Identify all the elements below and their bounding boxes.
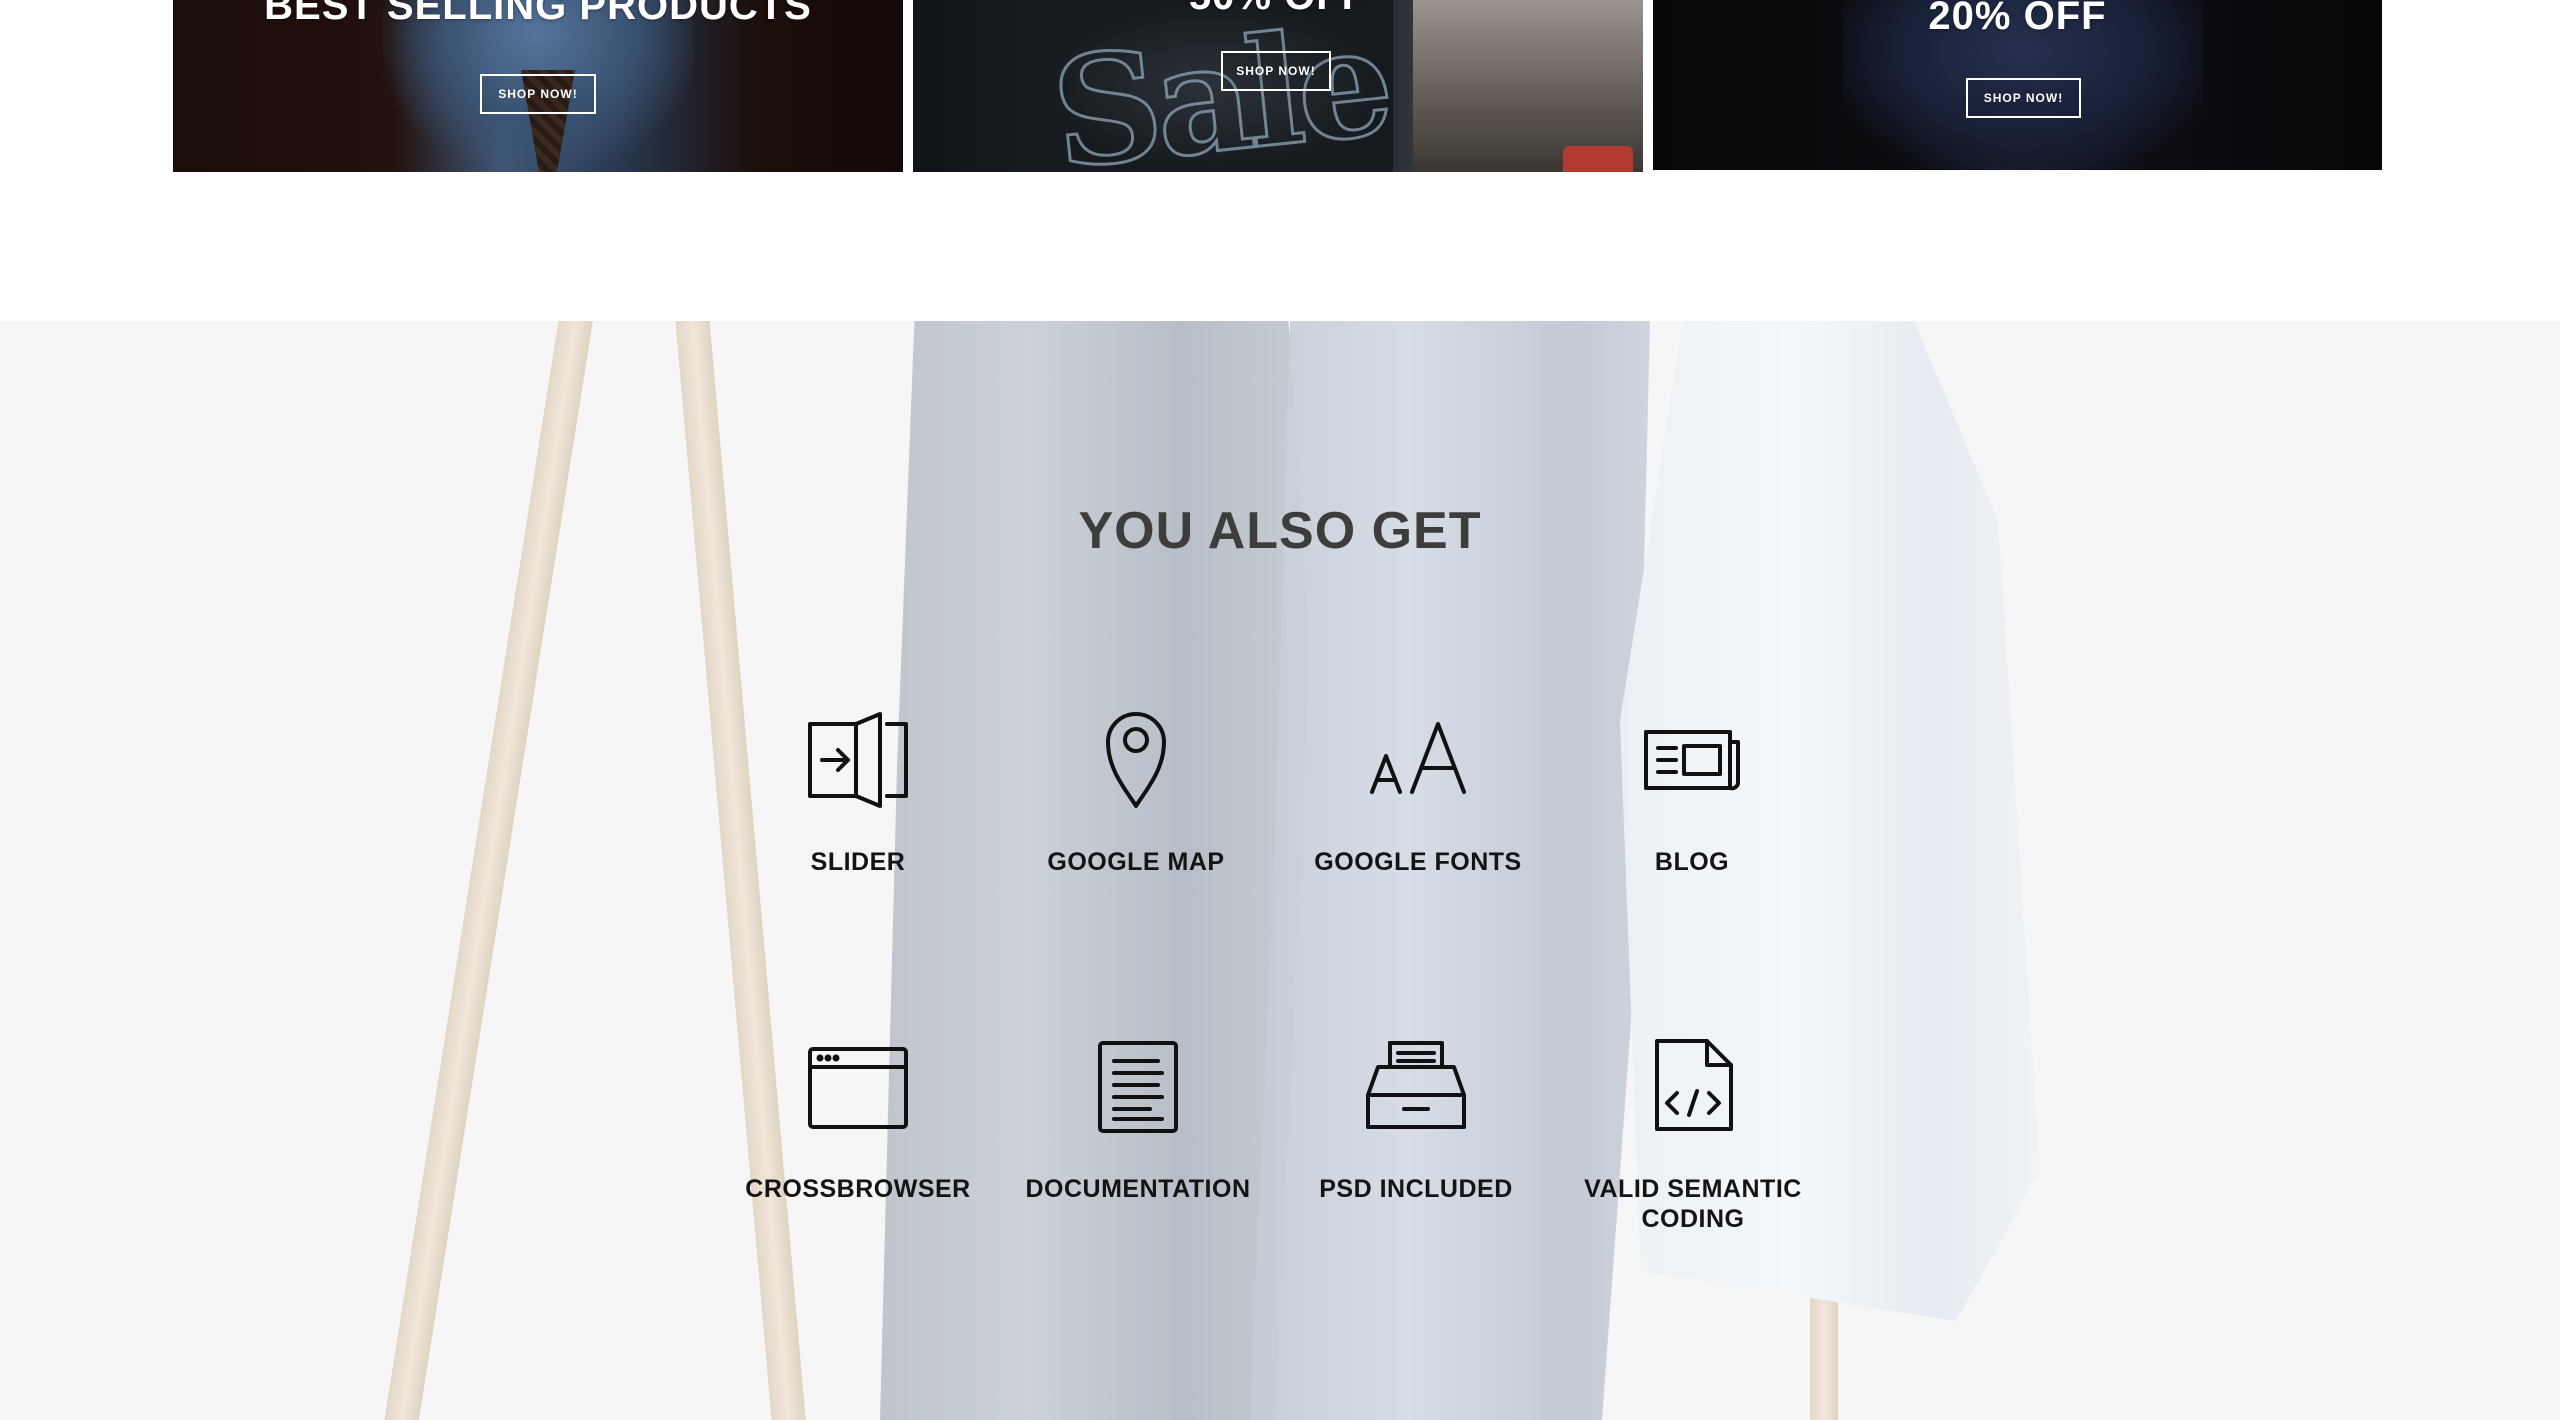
- document-icon: [1088, 1037, 1188, 1137]
- banner-discount[interactable]: 20% OFF SHOP NOW!: [1653, 0, 2382, 170]
- rack-leg: [1810, 1221, 1838, 1420]
- shop-now-button[interactable]: SHOP NOW!: [1966, 78, 2081, 118]
- shop-now-button[interactable]: SHOP NOW!: [1221, 51, 1331, 91]
- banner-title: 20% OFF: [1928, 0, 2107, 38]
- sale-sign-graphic: Sale: [1043, 0, 1397, 172]
- banner-best-selling[interactable]: BEST SELLING PRODUCTS SHOP NOW!: [173, 0, 903, 172]
- feature-label: GOOGLE MAP: [1047, 848, 1225, 876]
- map-pin-icon: [1086, 710, 1186, 810]
- section-title: YOU ALSO GET: [1078, 502, 1482, 560]
- banner-sale[interactable]: Sale 50% OFF SHOP NOW!: [913, 0, 1643, 172]
- code-file-icon: [1643, 1037, 1743, 1137]
- newspaper-icon: [1642, 710, 1742, 810]
- banner-photo-street: [1413, 0, 1643, 172]
- feature-label: DOCUMENTATION: [1025, 1175, 1251, 1203]
- feature-label: CROSSBROWSER: [745, 1175, 971, 1203]
- rack-leg: [380, 321, 599, 1420]
- feature-label: GOOGLE FONTS: [1314, 848, 1522, 876]
- inbox-tray-icon: [1366, 1037, 1466, 1137]
- promo-banners: BEST SELLING PRODUCTS SHOP NOW! Sale 50%…: [0, 0, 2560, 172]
- feature-label: VALID SEMANTIC CODING: [1584, 1175, 1802, 1233]
- font-size-icon: [1368, 710, 1468, 810]
- banner-title: BEST SELLING PRODUCTS: [264, 0, 812, 28]
- feature-label: SLIDER: [810, 848, 906, 876]
- shop-now-button[interactable]: SHOP NOW!: [480, 74, 596, 114]
- feature-label: BLOG: [1654, 848, 1730, 876]
- browser-window-icon: [808, 1037, 908, 1137]
- slider-icon: [808, 710, 908, 810]
- banner-title: 50% OFF: [913, 0, 1643, 19]
- hanging-denim-shirt: [1620, 321, 2040, 1321]
- features-section: YOU ALSO GET SLIDER GOOGLE MAP GOOGLE FO…: [0, 321, 2560, 1420]
- feature-label: PSD INCLUDED: [1319, 1175, 1513, 1203]
